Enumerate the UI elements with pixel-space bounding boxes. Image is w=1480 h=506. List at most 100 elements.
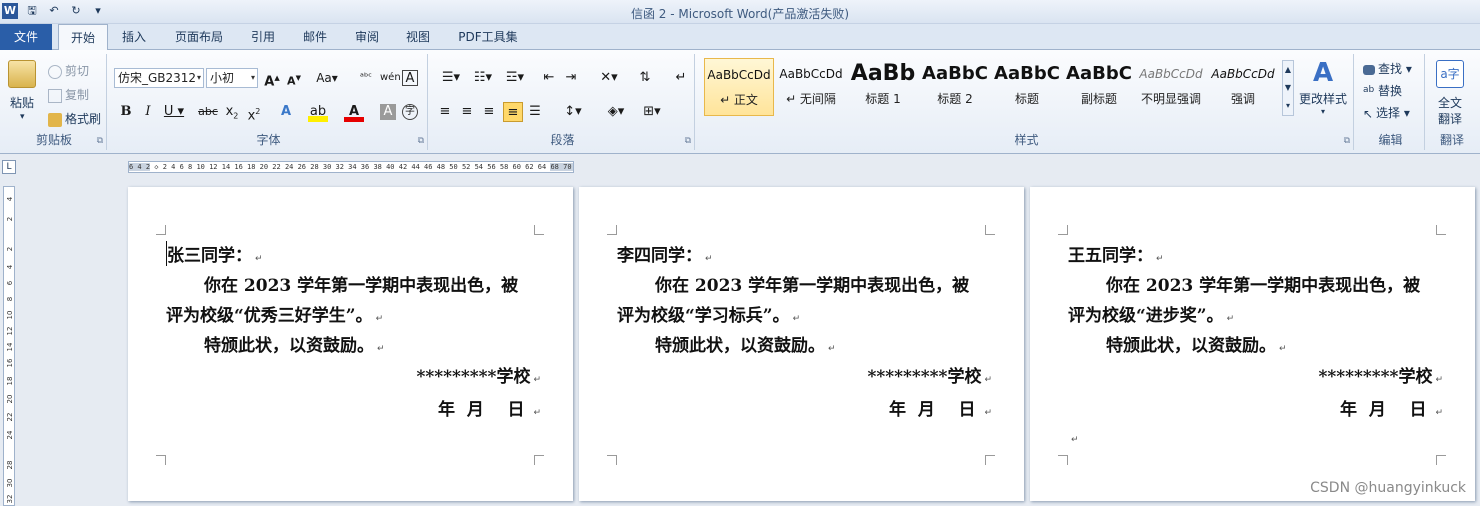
crop-mark	[1436, 455, 1446, 465]
style-sample: AaBbCcDd	[707, 68, 771, 82]
change-case-button[interactable]: Aa▾	[314, 68, 340, 88]
vertical-ruler[interactable]: 4 2 2 4 6 8 10 12 14 16 18 20 22 24 28 3…	[3, 186, 15, 506]
superscript-button[interactable]: x2	[244, 102, 264, 123]
tab-file[interactable]: 文件	[0, 24, 52, 50]
italic-button[interactable]: I	[138, 102, 158, 122]
distributed-icon[interactable]: ☰	[525, 102, 545, 122]
body-line-1: 你在 2023 学年第一学期中表现出色，被	[1106, 276, 1421, 296]
translate-icon[interactable]: a字	[1436, 60, 1464, 88]
tab-insert[interactable]: 插入	[112, 24, 156, 50]
justify-icon[interactable]: ≡	[503, 102, 523, 122]
cut-label: 剪切	[65, 64, 90, 78]
body-line-1: 你在 2023 学年第一学期中表现出色，被	[204, 276, 519, 296]
style-subtitle[interactable]: AaBbC 副标题	[1064, 58, 1134, 116]
find-button[interactable]: 查找 ▾	[1363, 60, 1412, 77]
text-effects-icon[interactable]: A	[276, 102, 296, 122]
style-sample: AaBb	[850, 61, 916, 86]
translate-button-label[interactable]: 翻译	[1438, 110, 1462, 127]
char-shading-icon[interactable]: A	[380, 104, 396, 120]
char-border-icon[interactable]: A	[402, 70, 418, 86]
body-line-2: 评为校级“学习标兵”。 ↵	[617, 306, 801, 326]
show-marks-icon[interactable]: ↵	[671, 68, 691, 88]
enclose-char-icon[interactable]: 字	[402, 104, 418, 120]
strikethrough-button[interactable]: abc	[196, 102, 220, 122]
crop-mark	[1436, 225, 1446, 235]
style-heading-1[interactable]: AaBb 标题 1	[848, 58, 918, 116]
styles-label: 样式	[1014, 133, 1039, 147]
vruler-tick: 10	[6, 310, 14, 320]
select-button[interactable]: ↖ 选择 ▾	[1363, 104, 1410, 121]
horizontal-ruler[interactable]: 6 4 2 ◇ 2 4 6 8 10 12 14 16 18 20 22 24 …	[128, 161, 574, 173]
sort-icon[interactable]: ⇅	[635, 68, 655, 88]
editing-group: 查找 ▾ ab 替换 ↖ 选择 ▾ 编辑	[1357, 54, 1425, 150]
tab-home[interactable]: 开始	[58, 24, 108, 51]
multilevel-list-icon[interactable]: ☲▾	[501, 68, 529, 88]
decrease-indent-icon[interactable]: ⇤	[539, 68, 559, 88]
paste-icon[interactable]	[8, 60, 36, 88]
align-left-icon[interactable]: ≡	[435, 102, 455, 122]
numbering-icon[interactable]: ☷▾	[469, 68, 497, 88]
document-page[interactable]: 张三同学： ↵ 你在 2023 学年第一学期中表现出色，被 评为校级“优秀三好学生…	[128, 187, 573, 501]
tab-mailings[interactable]: 邮件	[294, 24, 336, 50]
document-page[interactable]: 李四同学： ↵ 你在 2023 学年第一学期中表现出色，被 评为校级“学习标兵”。…	[579, 187, 1024, 501]
replace-button[interactable]: ab 替换	[1363, 82, 1402, 99]
chinese-layout-icon[interactable]: ✕▾	[595, 68, 623, 88]
vruler-tick: 6	[6, 280, 14, 286]
font-color-icon[interactable]: A	[344, 102, 364, 122]
format-painter-button[interactable]: 格式刷	[48, 110, 101, 127]
underline-button[interactable]: U ▾	[160, 102, 188, 122]
font-size-combo[interactable]: 小初 ▾	[206, 68, 258, 88]
tab-review[interactable]: 审阅	[346, 24, 388, 50]
align-center-icon[interactable]: ≡	[457, 102, 477, 122]
shrink-font-button[interactable]: A▼	[284, 68, 304, 88]
increase-indent-icon[interactable]: ⇥	[561, 68, 581, 88]
clipboard-launcher-icon[interactable]: ⧉	[97, 136, 103, 146]
vruler-tick: 24	[6, 430, 14, 440]
style-name: ↵ 正文	[720, 93, 758, 107]
date-text: 年 月 日	[1340, 400, 1427, 420]
crop-mark	[607, 225, 617, 235]
tab-page-layout[interactable]: 页面布局	[164, 24, 234, 50]
borders-icon[interactable]: ⊞▾	[637, 102, 667, 122]
styles-scroll[interactable]: ▲ ▼ ▾	[1282, 60, 1294, 116]
line-spacing-icon[interactable]: ↕▾	[559, 102, 587, 122]
paste-dropdown-icon[interactable]: ▾	[20, 112, 25, 122]
style-emphasis[interactable]: AaBbCcDd 强调	[1208, 58, 1278, 116]
font-name-combo[interactable]: 仿宋_GB2312 ▾	[114, 68, 204, 88]
document-page[interactable]: 王五同学： ↵ 你在 2023 学年第一学期中表现出色，被 评为校级“进步奖”。 ↵…	[1030, 187, 1475, 501]
tab-view[interactable]: 视图	[397, 24, 439, 50]
font-group: 仿宋_GB2312 ▾ 小初 ▾ A▲ A▼ Aa▾ ᵃᵇᶜ wén A B I U…	[110, 54, 428, 150]
title-bar: W 🖫 ↶ ↻ ▾ 信函 2 - Microsoft Word(产品激活失败)	[0, 0, 1480, 24]
subscript-button[interactable]: x2	[222, 102, 242, 122]
bullets-icon[interactable]: ☰▾	[437, 68, 465, 88]
vruler-tick: 8	[6, 296, 14, 302]
tab-references[interactable]: 引用	[242, 24, 284, 50]
cursor-icon: ↖	[1363, 106, 1374, 121]
tab-selector[interactable]: L	[2, 160, 16, 174]
change-styles-button[interactable]: A 更改样式 ▾	[1298, 56, 1348, 126]
grow-font-button[interactable]: A▲	[262, 68, 282, 89]
font-name-value: 仿宋_GB2312	[118, 71, 197, 85]
copy-button[interactable]: 复制	[48, 86, 89, 103]
style-subtle-emphasis[interactable]: AaBbCcDd 不明显强调	[1136, 58, 1206, 116]
clear-format-icon[interactable]: ᵃᵇᶜ	[356, 68, 376, 88]
shading-icon[interactable]: ◈▾	[601, 102, 631, 122]
font-launcher-icon[interactable]: ⧉	[418, 136, 424, 146]
paste-button[interactable]: 粘贴	[10, 94, 34, 111]
full-translate-label[interactable]: 全文	[1438, 94, 1462, 111]
style-title[interactable]: AaBbC 标题	[992, 58, 1062, 116]
align-right-icon[interactable]: ≡	[479, 102, 499, 122]
style-no-spacing[interactable]: AaBbCcDd ↵ 无间隔	[776, 58, 846, 116]
paragraph-launcher-icon[interactable]: ⧉	[685, 136, 691, 146]
bold-button[interactable]: B	[116, 102, 136, 122]
vruler-tick: 12	[6, 326, 14, 336]
styles-launcher-icon[interactable]: ⧉	[1344, 136, 1350, 146]
phonetic-guide-icon[interactable]: wén	[380, 68, 401, 88]
highlight-icon[interactable]: ab	[308, 102, 328, 122]
tab-pdf-tools[interactable]: PDF工具集	[449, 24, 527, 50]
style-normal[interactable]: AaBbCcDd ↵ 正文	[704, 58, 774, 116]
copy-label: 复制	[65, 88, 90, 102]
style-heading-2[interactable]: AaBbC 标题 2	[920, 58, 990, 116]
salutation-text: 张三同学：	[167, 246, 252, 266]
cut-button[interactable]: 剪切	[48, 62, 89, 79]
